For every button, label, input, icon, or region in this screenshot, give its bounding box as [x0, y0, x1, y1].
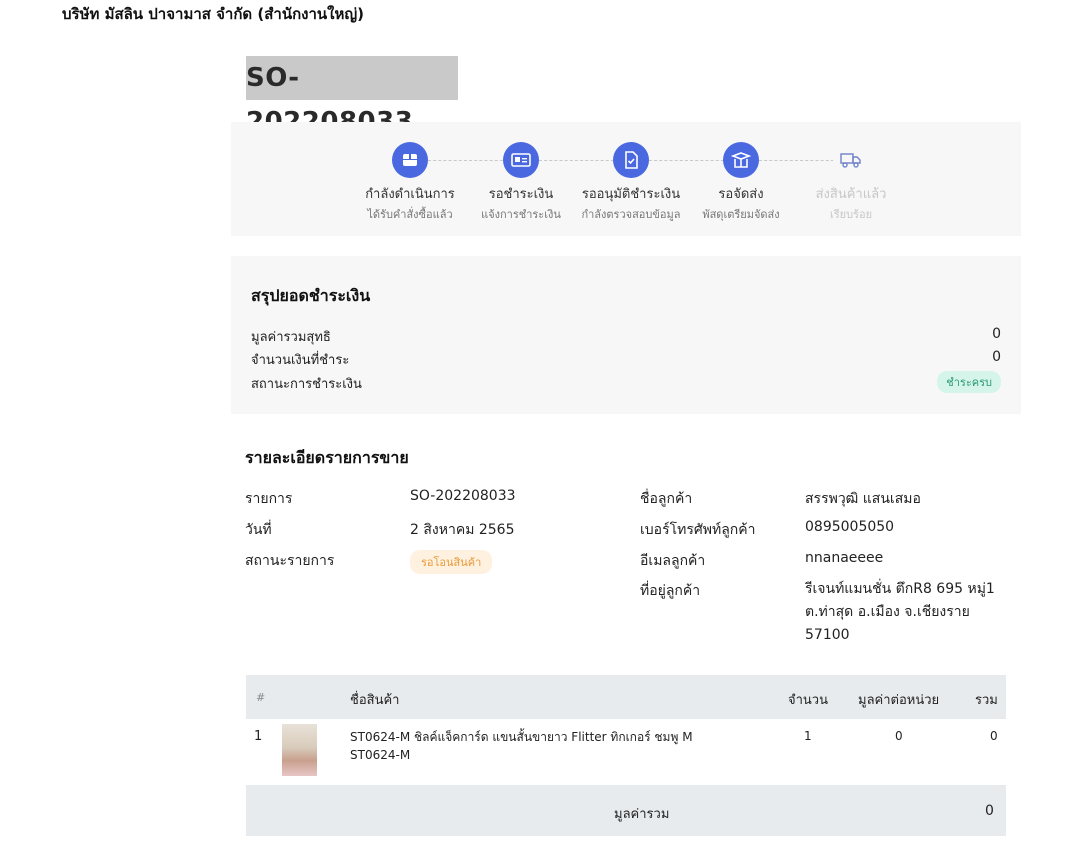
col-total: รวม [975, 693, 998, 708]
payment-status-label: สถานะการชำระเงิน [251, 377, 362, 392]
payment-card-icon [503, 142, 539, 178]
truck-icon [833, 142, 869, 178]
address-line: รีเจนท์แมนชั่น ตึกR8 695 หมู่1 [805, 581, 995, 597]
summary-row-status: สถานะการชำระเงิน ชำระครบ [251, 371, 1001, 394]
address-value: รีเจนท์แมนชั่น ตึกR8 695 หมู่1 ต.ท่าสุด … [805, 578, 1005, 647]
order-status-badge: รอโอนสินค้า [410, 550, 493, 574]
product-name: ST0624-M ชิลค์แจ็คการ์ด แขนสั้นขายาว Fli… [350, 730, 693, 744]
step-shipped: ส่งสินค้าแล้ว เรียบร้อย [781, 142, 921, 223]
order-progress-panel: กำลังดำเนินการ ได้รับคำสั่งซื้อแล้ว รอชำ… [231, 122, 1021, 236]
summary-row-net-total: มูลค่ารวมสุทธิ 0 [251, 326, 1001, 347]
box-icon [392, 142, 428, 178]
grand-total-value: 0 [985, 803, 994, 819]
summary-row-paid: จำนวนเงินที่ชำระ 0 [251, 349, 1001, 370]
paid-label: จำนวนเงินที่ชำระ [251, 353, 350, 368]
payment-status-badge: ชำระครบ [937, 371, 1001, 393]
summary-title: สรุปยอดชำระเงิน [251, 286, 371, 305]
date-label: วันที่ [245, 522, 272, 538]
items-table-header: # ชื่อสินค้า จำนวน มูลค่าต่อหน่วย รวม [246, 675, 1006, 719]
phone-label: เบอร์โทรศัพท์ลูกค้า [640, 522, 756, 538]
order-id-title: SO-202208033 [246, 56, 458, 137]
col-quantity: จำนวน [788, 693, 828, 708]
customer-label: ชื่อลูกค้า [640, 491, 693, 507]
sale-details-title: รายละเอียดรายการขาย [245, 448, 409, 467]
net-total-label: มูลค่ารวมสุทธิ [251, 330, 331, 345]
product-thumbnail[interactable] [282, 724, 317, 776]
email-label: อีเมลลูกค้า [640, 553, 706, 569]
address-label: ที่อยู่ลูกค้า [640, 583, 701, 599]
item-label: รายการ [245, 491, 293, 507]
item-value: SO-202208033 [410, 488, 516, 504]
document-check-icon [613, 142, 649, 178]
phone-value: 0895005050 [805, 519, 895, 535]
row-unit-price: 0 [895, 729, 903, 743]
customer-value: สรรพวุฒิ แสนเสมอ [805, 491, 921, 507]
items-table-footer: มูลค่ารวม 0 [246, 785, 1006, 836]
address-line: ต.ท่าสุด อ.เมือง จ.เชียงราย [805, 604, 970, 620]
email-value: nnanaeeee [805, 550, 884, 566]
row-total: 0 [990, 729, 998, 743]
step-label: ส่งสินค้าแล้ว [815, 187, 887, 202]
product-sku: ST0624-M [350, 748, 411, 762]
col-unit-price: มูลค่าต่อหน่วย [858, 693, 940, 708]
col-number: # [256, 691, 266, 704]
col-product-name: ชื่อสินค้า [350, 693, 400, 708]
address-line: 57100 [805, 627, 850, 643]
order-status-label: สถานะรายการ [245, 553, 335, 569]
package-open-icon [723, 142, 759, 178]
step-sublabel: เรียบร้อย [829, 208, 873, 221]
row-quantity: 1 [804, 729, 812, 743]
net-total-value: 0 [992, 326, 1001, 342]
grand-total-label: มูลค่ารวม [614, 807, 670, 822]
company-name: บริษัท มัสลิน ปาจามาส จำกัด (สำนักงานใหญ… [62, 5, 365, 23]
date-value: 2 สิงหาคม 2565 [410, 522, 515, 538]
row-number: 1 [254, 729, 263, 744]
payment-summary-panel: สรุปยอดชำระเงิน มูลค่ารวมสุทธิ 0 จำนวนเง… [231, 256, 1021, 414]
paid-value: 0 [992, 349, 1001, 365]
